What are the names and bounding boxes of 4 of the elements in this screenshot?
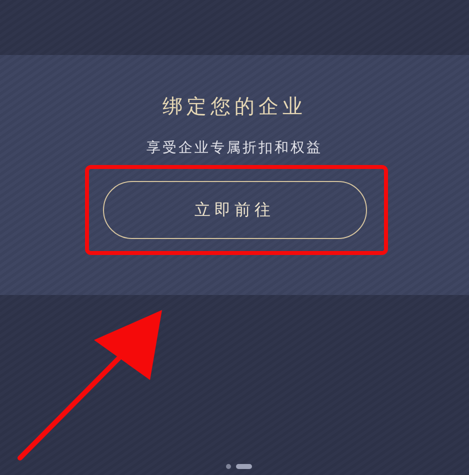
go-button[interactable]: 立即前往 [102,181,366,239]
page-dot[interactable] [226,464,230,468]
card-title: 绑定您的企业 [162,93,306,119]
card-subtitle: 享受企业专属折扣和权益 [146,139,322,157]
